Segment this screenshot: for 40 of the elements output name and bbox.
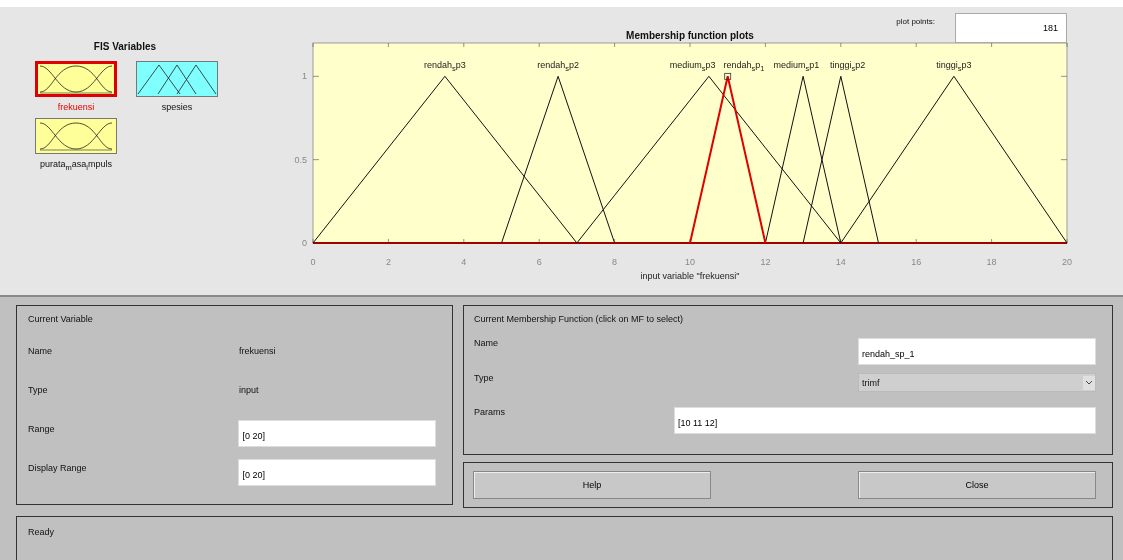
field-label: Range xyxy=(28,424,56,434)
variable-label: spesies xyxy=(161,102,193,112)
tick-label: 0.5 xyxy=(294,154,307,165)
field-label: Name xyxy=(28,346,53,356)
variable-label: purata$_{m}$asa$_{i}$mpuls xyxy=(40,159,112,172)
field-label: Params xyxy=(474,407,505,417)
tick-label: 14 xyxy=(835,257,846,267)
tick-label: 0 xyxy=(310,257,316,267)
chart-title: Membership function plots xyxy=(626,30,754,41)
axis-label: input variable "frekuensi" xyxy=(640,271,740,281)
curve-label: tinggi$_{s}$p3 xyxy=(936,60,972,74)
variable-label: frekuensi xyxy=(57,102,95,112)
field-label: Name xyxy=(474,338,498,348)
tick-label: 12 xyxy=(760,257,771,267)
field-label: Type xyxy=(474,373,494,383)
field-label: Type xyxy=(28,385,49,395)
tick-label: 0 xyxy=(302,238,307,248)
curve-label: rendah$_{s}$p2 xyxy=(537,60,579,74)
tick-label: 20 xyxy=(1062,257,1072,267)
tick-label: 18 xyxy=(986,257,997,267)
tick-label: 4 xyxy=(461,257,467,267)
curve-label: medium$_{s}$p3 xyxy=(669,60,716,74)
tick-label: 8 xyxy=(612,257,618,267)
tick-label: 6 xyxy=(536,257,542,267)
curve-label: rendah$_{s}$p$_{1}$ xyxy=(723,60,765,74)
curve-label: rendah$_{s}$p3 xyxy=(424,60,466,74)
field-value: input xyxy=(239,385,259,395)
tick-label: 16 xyxy=(911,257,922,267)
section-title: FIS Variables xyxy=(92,41,158,52)
curve-label: tinggi$_{s}$p2 xyxy=(829,60,866,74)
panel-title: Current Membership Function (click on MF to select) xyxy=(474,314,685,326)
tick-label: 10 xyxy=(685,257,695,267)
panel-title: Current Variable xyxy=(28,314,94,326)
field-value: frekuensi xyxy=(239,346,276,356)
tick-label: 2 xyxy=(385,257,391,267)
tick-label: 1 xyxy=(302,71,307,82)
curve-label: medium$_{s}$p1 xyxy=(773,60,820,74)
plot-points-label: plot points: xyxy=(896,17,935,26)
status-text: Ready xyxy=(28,527,54,537)
field-label: Display Range xyxy=(28,463,88,473)
